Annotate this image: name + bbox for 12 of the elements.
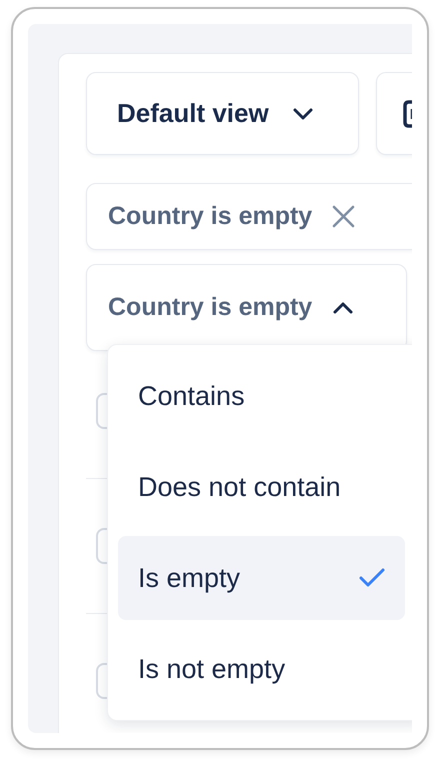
caret-up-icon[interactable] <box>332 300 354 314</box>
chevron-down-icon <box>292 108 313 120</box>
filter-chip[interactable]: Country is empty <box>86 183 412 250</box>
menu-option[interactable]: Contains <box>118 354 405 438</box>
view-selector-button[interactable]: Default view <box>86 72 359 155</box>
menu-option[interactable]: Is not empty <box>118 627 405 711</box>
menu-option[interactable]: Does not contain <box>118 445 405 529</box>
close-icon[interactable] <box>332 205 356 228</box>
square-icon <box>403 100 412 128</box>
checkmark-icon <box>359 568 385 588</box>
filter-chip[interactable]: Country is empty <box>86 264 407 351</box>
menu-option[interactable]: Is empty <box>118 536 405 620</box>
